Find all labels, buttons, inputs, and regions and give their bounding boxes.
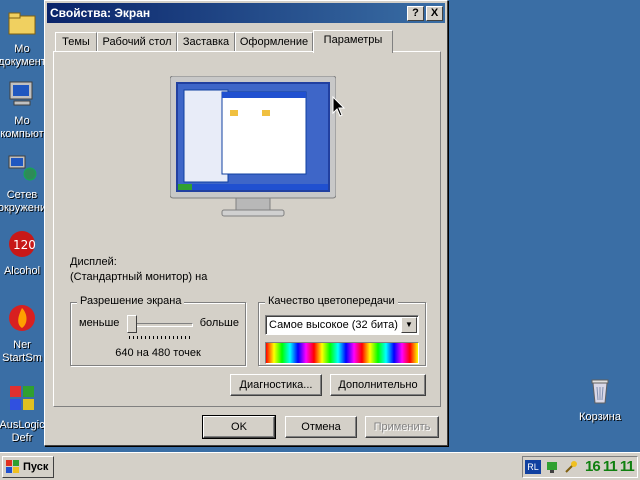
mouse-pointer-icon (332, 96, 346, 117)
start-label: Пуск (23, 461, 49, 473)
tab-screensaver[interactable]: Заставка (177, 32, 235, 52)
resolution-group-title: Разрешение экрана (77, 295, 185, 307)
tab-appearance[interactable]: Оформление (235, 32, 313, 52)
svg-text:120: 120 (13, 238, 36, 252)
advanced-button[interactable]: Дополнительно (330, 374, 426, 396)
start-button[interactable]: Пуск (2, 456, 54, 478)
color-quality-select[interactable]: Самое высокое (32 бита) ▼ (265, 315, 419, 335)
color-quality-group: Качество цветопередачи Самое высокое (32… (258, 295, 426, 366)
resolution-group: Разрешение экрана меньше больше 640 на 4… (70, 295, 246, 366)
folder-icon (8, 12, 36, 35)
display-value: (Стандартный монитор) на (70, 271, 208, 283)
nero-flame-icon (9, 305, 35, 331)
cancel-button[interactable]: Отмена (285, 416, 357, 438)
color-quality-group-title: Качество цветопередачи (265, 295, 398, 307)
resolution-slider-thumb[interactable] (127, 315, 137, 333)
recycle-bin-icon (591, 379, 609, 404)
system-tray: RL 16 11 11 (522, 456, 638, 478)
color-spectrum-preview (265, 342, 419, 364)
desktop-icon-label: Корзина (579, 411, 621, 423)
defrag-icon (10, 386, 34, 410)
clock[interactable]: 16 11 11 (585, 457, 635, 477)
network-icon (8, 155, 37, 181)
color-quality-selected: Самое высокое (32 бита) (269, 319, 398, 331)
windows-logo-icon (6, 460, 19, 473)
network-tray-icon[interactable] (545, 459, 561, 475)
troubleshoot-button[interactable]: Диагностика... (230, 374, 322, 396)
title-bar[interactable]: Свойства: Экран ? X (47, 3, 445, 23)
apply-button[interactable]: Применить (365, 416, 439, 438)
language-indicator[interactable]: RL (525, 460, 541, 474)
resolution-more-label: больше (199, 317, 239, 329)
tab-desktop[interactable]: Рабочий стол (97, 32, 177, 52)
close-button[interactable]: X (426, 6, 443, 21)
desktop-icon-recycle-bin[interactable]: Корзина (570, 374, 630, 424)
settings-panel: Дисплей: (Стандартный монитор) на Разреш… (53, 51, 441, 407)
computer-icon (9, 81, 33, 106)
display-label: Дисплей: (70, 256, 117, 268)
resolution-value: 640 на 480 точек (115, 347, 201, 359)
monitor-preview (170, 76, 336, 217)
window-title: Свойства: Экран (50, 6, 151, 20)
alcohol-app-icon: 120 (9, 231, 36, 257)
ok-button[interactable]: OK (202, 415, 276, 439)
help-button[interactable]: ? (407, 6, 424, 21)
resolution-slider-ticks (129, 336, 191, 339)
resolution-less-label: меньше (79, 317, 120, 329)
taskbar: Пуск RL 16 11 11 (0, 452, 640, 480)
display-properties-dialog: Свойства: Экран ? X Темы Рабочий стол За… (44, 0, 448, 446)
tool-tray-icon[interactable] (563, 459, 579, 475)
tab-themes[interactable]: Темы (55, 32, 97, 52)
chevron-down-icon[interactable]: ▼ (401, 317, 417, 333)
tab-settings[interactable]: Параметры (313, 30, 393, 53)
